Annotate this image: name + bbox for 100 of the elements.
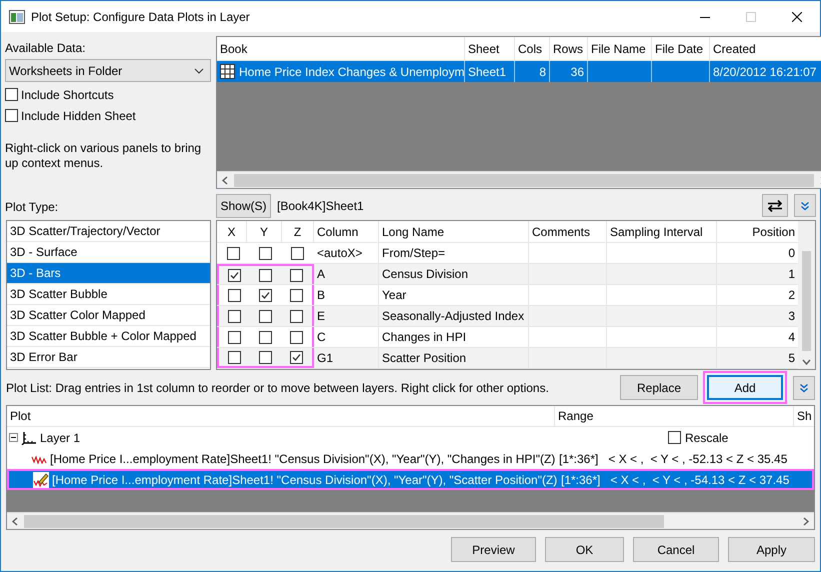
grid-icon	[220, 64, 235, 79]
replace-button[interactable]: Replace	[620, 375, 698, 400]
sheet-path: [Book4K]Sheet1	[277, 198, 364, 214]
checkbox[interactable]	[290, 330, 303, 344]
add-button[interactable]: Add	[707, 375, 783, 400]
column-header[interactable]: Plot	[7, 406, 555, 426]
checkbox[interactable]	[5, 88, 18, 101]
checkbox[interactable]	[290, 288, 303, 302]
checkbox[interactable]	[5, 109, 18, 122]
checkbox[interactable]	[228, 310, 241, 322]
close-icon[interactable]	[792, 12, 802, 22]
scrollbar-thumb[interactable]	[234, 174, 814, 186]
column-header[interactable]: X	[217, 221, 247, 242]
swap-icon	[766, 198, 784, 212]
checkbox-label[interactable]: Include Shortcuts	[21, 86, 114, 104]
table-cell-text: Census Division	[382, 266, 468, 283]
dropdown[interactable]: Worksheets in Folder	[5, 59, 211, 82]
plot-edit-icon	[33, 472, 49, 488]
dialog-button[interactable]: OK	[545, 537, 624, 562]
table-cell-text: B	[317, 287, 326, 304]
scrollbar-thumb[interactable]	[802, 251, 811, 351]
column-header[interactable]: Sampling Interval	[607, 221, 717, 242]
checkbox[interactable]	[290, 268, 303, 282]
show-button[interactable]: Show(S)	[216, 194, 271, 218]
table-row[interactable]: Home Price Index Changes & Unemploym Sheet1 8 36 8/20/2012 16:21:07	[217, 61, 821, 82]
table-cell-text: 3	[788, 308, 795, 325]
checkbox[interactable]	[259, 330, 272, 344]
table-cell-text: 0	[788, 245, 795, 262]
table-cell-text: 8	[539, 64, 546, 80]
checkbox[interactable]	[228, 288, 241, 302]
column-header[interactable]: Z	[282, 221, 314, 242]
checkbox[interactable]	[259, 268, 272, 282]
app-icon	[9, 10, 25, 24]
column-header[interactable]: Position	[717, 221, 798, 242]
double-chevron-icon	[799, 382, 809, 392]
plot-label: [Home Price I...employment Rate]Sheet1! "Census Division"(X), "Year"(Y), "Changes in HPI"(Z)	[50, 450, 555, 468]
list-item[interactable]: 3D Scatter Bubble	[7, 284, 210, 305]
tree-item[interactable]: Layer 1	[40, 428, 80, 446]
table-cell-text: Home Price Index Changes & Unemploym	[239, 64, 464, 80]
list-item[interactable]: 3D - Bars	[7, 263, 210, 284]
table-cell-text: 4	[788, 329, 795, 346]
checkbox[interactable]	[290, 350, 303, 364]
checkbox[interactable]	[291, 246, 304, 260]
checkbox-label[interactable]: Include Hidden Sheet	[21, 106, 136, 124]
list-item[interactable]: 3D Scatter/Trajectory/Vector	[7, 221, 210, 242]
column-header[interactable]: Range	[555, 406, 794, 426]
tree-row[interactable]: [Home Price I...employment Rate]Sheet1! "Census Division"(X), "Year"(Y), "Changes in HPI"(Z) [1*:36*] < X < , < Y < , -52.13 < Z < 35.45	[7, 448, 814, 469]
column-header[interactable]: Comments	[529, 221, 607, 242]
range-label: [1*:36*] < X < , < Y < , -54.13 < Z < 37.45	[561, 472, 790, 488]
table-cell-text: 36	[570, 64, 584, 80]
vertical-scrollbar[interactable]	[798, 221, 815, 369]
table-cell-text: Seasonally-Adjusted Index	[382, 308, 524, 325]
checkbox[interactable]	[259, 288, 272, 302]
checkbox[interactable]	[259, 310, 272, 322]
axes-icon	[21, 430, 37, 444]
table-cell-text: 1	[788, 266, 795, 283]
swap-button[interactable]	[762, 194, 788, 217]
window-title: Plot Setup: Configure Data Plots in Layer	[31, 8, 250, 26]
hint-text: Right-click on various panels to bring up context menus.	[5, 141, 202, 171]
tree-row[interactable]: [Home Price I...employment Rate]Sheet1! "Census Division"(X), "Year"(Y), "Scatter Position"(Z) [1*:36*] < X < , < Y < , -54.13 < Z < 37.45	[7, 469, 814, 490]
table-cell-text: Changes in HPI	[382, 329, 466, 346]
horizontal-scrollbar[interactable]	[7, 512, 814, 529]
checkbox-label[interactable]: Rescale	[685, 428, 728, 446]
scrollbar-thumb[interactable]	[24, 514, 664, 528]
table-cell-text: E	[317, 308, 326, 325]
dialog-button[interactable]: Apply	[728, 537, 815, 562]
column-header[interactable]: Y	[247, 221, 282, 242]
dialog-button[interactable]: Cancel	[633, 537, 719, 562]
table-cell-text: From/Step=	[382, 245, 446, 262]
collapse-icon[interactable]	[9, 433, 18, 442]
table-cell-text: G1	[317, 350, 334, 367]
checkbox[interactable]	[228, 350, 241, 364]
checkbox[interactable]	[290, 310, 303, 322]
list-item[interactable]: 3D Error Bar	[7, 347, 210, 368]
checkbox[interactable]	[228, 330, 241, 344]
table-cell-text: Sheet1	[468, 64, 506, 80]
dialog-button[interactable]: Preview	[451, 537, 536, 562]
table-cell-text: <autoX>	[317, 245, 362, 262]
checkbox[interactable]	[226, 246, 240, 260]
checkbox[interactable]	[668, 431, 681, 444]
expand-button[interactable]	[793, 376, 815, 400]
checkbox[interactable]	[228, 268, 241, 282]
field-label: Available Data:	[5, 40, 86, 57]
column-header[interactable]: Sh	[794, 406, 814, 426]
horizontal-scrollbar[interactable]	[217, 171, 821, 188]
table-cell-text: 5	[788, 350, 795, 367]
list-item[interactable]: 3D Scatter Bubble + Color Mapped	[7, 326, 210, 347]
table-cell-text: 2	[788, 287, 795, 304]
checkbox[interactable]	[259, 350, 272, 364]
checkbox[interactable]	[258, 246, 272, 260]
list-item[interactable]: 3D Scatter Color Mapped	[7, 305, 210, 326]
column-header[interactable]: Column	[314, 221, 379, 242]
column-header[interactable]: Long Name	[379, 221, 529, 242]
table-cell-text: C	[317, 329, 326, 346]
caret-icon	[194, 68, 204, 74]
hint-text: Plot List: Drag entries in 1st column to reorder or to move between layers. Right click for other options.	[6, 380, 550, 396]
table-cell-text: A	[317, 266, 326, 283]
expand-button[interactable]	[794, 194, 816, 217]
field-label: Plot Type:	[5, 199, 60, 216]
double-chevron-icon	[800, 200, 810, 210]
